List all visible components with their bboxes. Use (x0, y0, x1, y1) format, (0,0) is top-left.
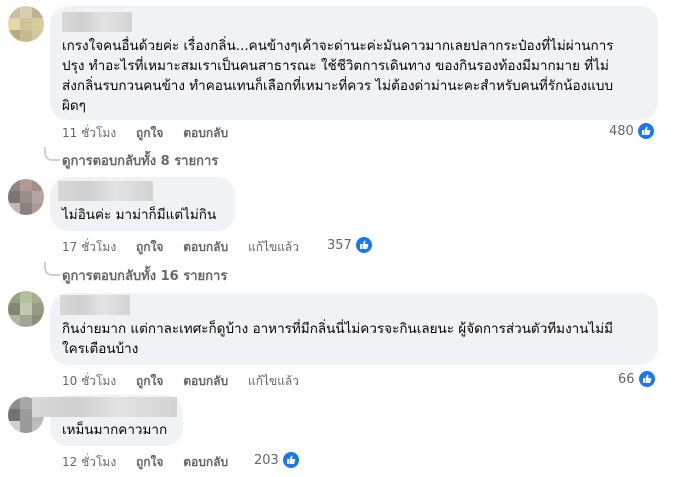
comment-time[interactable]: 11 ชั่วโมง (62, 126, 116, 140)
thumbs-up-icon (281, 451, 300, 469)
like-button[interactable]: ถูกใจ (136, 374, 163, 388)
view-replies-link[interactable]: ดูการตอบกลับทั้ง 16 รายการ (62, 265, 227, 286)
thumbs-up-icon (354, 236, 373, 254)
comment-actions: 17 ชั่วโมง ถูกใจ ตอบกลับ แก้ไขแล้ว (62, 238, 315, 257)
avatar[interactable] (8, 291, 44, 327)
thread-connector (44, 147, 60, 161)
comment-actions: 12 ชั่วโมง ถูกใจ ตอบกลับ (62, 453, 244, 472)
edited-label: แก้ไขแล้ว (247, 240, 300, 254)
comment-text: เกรงใจคนอื่นด้วยค่ะ เรื่องกลิ่น...คนข้าง… (62, 38, 614, 114)
reaction-count[interactable]: 357 (327, 236, 373, 254)
comment-bubble: เกรงใจคนอื่นด้วยค่ะ เรื่องกลิ่น...คนข้าง… (50, 6, 658, 120)
comment-time[interactable]: 17 ชั่วโมง (62, 240, 116, 254)
comment-actions: 11 ชั่วโมง ถูกใจ ตอบกลับ (62, 124, 244, 143)
thumbs-up-icon (637, 370, 656, 388)
comment-time[interactable]: 12 ชั่วโมง (62, 455, 116, 469)
thread-connector (44, 262, 60, 276)
like-button[interactable]: ถูกใจ (136, 240, 163, 254)
reply-button[interactable]: ตอบกลับ (183, 455, 228, 469)
thumbs-up-icon (636, 122, 655, 140)
commenter-name[interactable] (60, 295, 130, 315)
reaction-count[interactable]: 480 (609, 122, 655, 140)
comment-bubble: กินง่ายมาก แต่กาละเทศะก็ดูบ้าง อาหารที่ม… (50, 293, 658, 365)
reply-button[interactable]: ตอบกลับ (183, 374, 228, 388)
reaction-number: 480 (609, 123, 634, 139)
comment-text: เหม็นมากคาวมาก (62, 422, 168, 438)
reply-button[interactable]: ตอบกลับ (183, 240, 228, 254)
reaction-count[interactable]: 66 (618, 370, 656, 388)
like-button[interactable]: ถูกใจ (136, 455, 163, 469)
reaction-number: 203 (254, 452, 279, 468)
reply-button[interactable]: ตอบกลับ (183, 126, 228, 140)
commenter-name[interactable] (58, 181, 153, 201)
commenter-name[interactable] (32, 397, 177, 417)
avatar[interactable] (8, 179, 44, 215)
view-replies-link[interactable]: ดูการตอบกลับทั้ง 8 รายการ (62, 150, 218, 171)
like-button[interactable]: ถูกใจ (136, 126, 163, 140)
reaction-count[interactable]: 203 (254, 451, 300, 469)
edited-label: แก้ไขแล้ว (247, 374, 300, 388)
commenter-name[interactable] (62, 12, 132, 32)
reaction-number: 357 (327, 237, 352, 253)
comment-time[interactable]: 10 ชั่วโมง (62, 374, 116, 388)
comment-text: ไม่อินค่ะ มาม่าก็มีแต่ไม่กิน (62, 207, 217, 223)
avatar[interactable] (8, 6, 44, 42)
comment-bubble: ไม่อินค่ะ มาม่าก็มีแต่ไม่กิน (50, 177, 235, 231)
comment-actions: 10 ชั่วโมง ถูกใจ ตอบกลับ แก้ไขแล้ว (62, 372, 315, 391)
comment-text: กินง่ายมาก แต่กาละเทศะก็ดูบ้าง อาหารที่ม… (62, 321, 614, 357)
comment-bubble: เหม็นมากคาวมาก (32, 395, 183, 446)
reaction-number: 66 (618, 371, 635, 387)
